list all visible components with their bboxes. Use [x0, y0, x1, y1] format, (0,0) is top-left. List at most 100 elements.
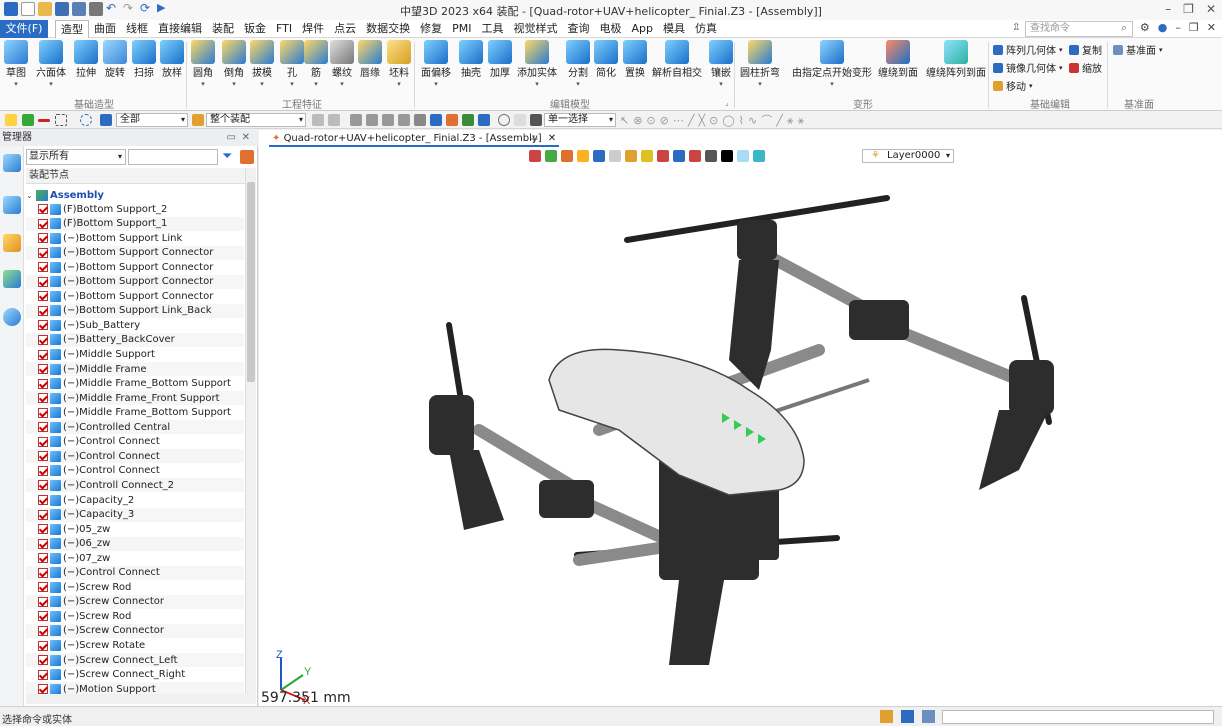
tab-surface[interactable]: 曲面 — [89, 20, 121, 38]
monitor-icon[interactable] — [901, 710, 914, 723]
tree-item[interactable]: (−)Control Connect — [26, 449, 244, 464]
replace-button[interactable]: 置换 — [623, 40, 647, 80]
tree-item[interactable]: (−)Capacity_3 — [26, 507, 244, 522]
visibility-checkbox[interactable] — [38, 233, 48, 244]
scope-select[interactable]: 整个装配 ▾ — [206, 113, 306, 127]
visibility-checkbox[interactable] — [38, 305, 48, 316]
visibility-checkbox[interactable] — [38, 465, 48, 476]
toolbar-icon-d[interactable] — [398, 114, 410, 126]
visibility-checkbox[interactable] — [38, 611, 48, 622]
visibility-checkbox[interactable] — [38, 509, 48, 520]
tree-item[interactable]: (−)Motion Support — [26, 682, 244, 694]
window-icon[interactable] — [922, 710, 935, 723]
filter-select[interactable]: 全部 ▾ — [116, 113, 188, 127]
command-input[interactable] — [942, 710, 1214, 724]
tree-item[interactable]: (−)Screw Connector — [26, 623, 244, 638]
tab-simulation[interactable]: 仿真 — [690, 20, 722, 38]
pattern-geometry-button[interactable]: 阵列几何体 ▾ — [993, 42, 1063, 57]
toolbar-icon-i[interactable] — [478, 114, 490, 126]
tab-fti[interactable]: FTI — [271, 20, 297, 38]
min-doc-icon[interactable]: – — [1175, 21, 1181, 34]
selection-mode-select[interactable]: 单一选择 ▾ — [544, 113, 616, 127]
visibility-checkbox[interactable] — [38, 451, 48, 462]
tab-weldment[interactable]: 焊件 — [297, 20, 329, 38]
part-manager-icon[interactable] — [3, 234, 21, 252]
add-solid-button[interactable]: 添加实体 ▾ — [517, 40, 557, 88]
pin-icon[interactable]: ▭ — [227, 130, 236, 146]
add-icon[interactable] — [22, 114, 34, 126]
split-button[interactable]: 分割 ▾ — [566, 40, 590, 88]
restore-doc-icon[interactable]: ❐ — [1189, 21, 1199, 34]
visibility-checkbox[interactable] — [38, 495, 48, 505]
snap-filter-icons[interactable]: ↖⊗⊙⊘⋯╱╳⊙◯⌇∿⌒╱⚹⚹ — [620, 112, 808, 128]
tab-point-cloud[interactable]: 点云 — [329, 20, 361, 38]
hexahedron-button[interactable]: 六面体 ▾ — [36, 40, 66, 88]
lasso-icon[interactable] — [80, 114, 92, 126]
assembly-manager-icon[interactable] — [3, 196, 21, 214]
rib-button[interactable]: 筋 ▾ — [304, 40, 328, 88]
revolve-button[interactable]: 旋转 — [103, 40, 127, 80]
copy-button[interactable]: 复制 — [1069, 42, 1102, 57]
filter-text-input[interactable] — [128, 149, 218, 165]
collapse-ribbon-icon[interactable]: ⇫ — [1012, 22, 1020, 33]
tree-item[interactable]: (−)Middle Frame — [26, 362, 244, 377]
tree-item[interactable]: (−)Control Connect — [26, 565, 244, 580]
hole-button[interactable]: 孔 ▾ — [280, 40, 304, 88]
tree-item[interactable]: (−)06_zw — [26, 536, 244, 551]
visibility-checkbox[interactable] — [38, 262, 48, 273]
stock-button[interactable]: 坯料 ▾ — [387, 40, 411, 88]
tab-repair[interactable]: 修复 — [415, 20, 447, 38]
visibility-checkbox[interactable] — [38, 582, 48, 593]
move-button[interactable]: 移动 ▾ — [993, 78, 1033, 93]
close-doc-icon[interactable]: ✕ — [1207, 21, 1216, 34]
tab-modeling[interactable]: 造型 — [55, 20, 89, 38]
tree-item[interactable]: (−)Screw Connect_Left — [26, 653, 244, 668]
datum-plane-button[interactable]: 基准面 ▾ — [1113, 42, 1163, 57]
toolbar-icon-b[interactable] — [366, 114, 378, 126]
tree-item[interactable]: (−)Middle Frame_Front Support — [26, 391, 244, 406]
toolbar-icon-e[interactable] — [414, 114, 426, 126]
visibility-checkbox[interactable] — [38, 524, 48, 535]
minimize-icon[interactable]: – — [1165, 2, 1171, 16]
tree-item[interactable]: (−)Controll Connect_2 — [26, 478, 244, 493]
tree-vertical-scrollbar[interactable] — [245, 168, 256, 694]
close-icon[interactable]: ✕ — [1206, 2, 1216, 16]
dialog-launcher-icon[interactable]: ⌟ — [725, 98, 729, 107]
tree-item[interactable]: (−)Middle Support — [26, 348, 244, 362]
tab-direct-edit[interactable]: 直接编辑 — [153, 20, 207, 38]
history-icon[interactable] — [498, 114, 510, 126]
tree-item[interactable]: (−)Screw Connect_Right — [26, 668, 244, 682]
snap-icon[interactable] — [312, 114, 324, 126]
tree-item[interactable]: (−)05_zw — [26, 522, 244, 536]
simplify-button[interactable]: 简化 — [594, 40, 618, 80]
tree-item[interactable]: (−)Middle Frame_Bottom Support — [26, 377, 244, 391]
visibility-checkbox[interactable] — [38, 436, 48, 447]
tree-item[interactable]: (−)Screw Rod — [26, 580, 244, 594]
visibility-checkbox[interactable] — [38, 407, 48, 418]
close-panel-icon[interactable]: ✕ — [242, 130, 250, 146]
restore-icon[interactable]: ❐ — [1183, 2, 1194, 16]
file-menu[interactable]: 文件(F) — [0, 20, 48, 38]
tree-item[interactable]: (−)Screw Rotate — [26, 639, 244, 653]
help-icon[interactable]: ● — [1158, 21, 1168, 34]
chamfer-button[interactable]: 倒角 ▾ — [222, 40, 246, 88]
visibility-checkbox[interactable] — [38, 538, 48, 549]
scroll-thumb[interactable] — [247, 182, 255, 382]
visibility-checkbox[interactable] — [38, 378, 48, 389]
box-select-icon[interactable] — [55, 114, 67, 126]
tree-item[interactable]: (−)Screw Connector — [26, 594, 244, 609]
tab-visual-style[interactable]: 视觉样式 — [508, 20, 562, 38]
face-offset-button[interactable]: 面偏移 ▾ — [421, 40, 451, 88]
select-icon[interactable] — [5, 114, 17, 126]
visibility-checkbox[interactable] — [38, 684, 48, 694]
scale-button[interactable]: 缩放 — [1069, 60, 1102, 75]
sweep-button[interactable]: 扫掠 — [132, 40, 156, 80]
filter-icon[interactable] — [100, 114, 112, 126]
user-icon[interactable] — [3, 308, 21, 326]
drone-model[interactable]: Z Y X — [259, 130, 1222, 706]
resolve-self-intersect-button[interactable]: 解析自相交 — [652, 40, 702, 80]
visibility-checkbox[interactable] — [38, 291, 48, 302]
tree-item[interactable]: (−)Bottom Support Connector — [26, 260, 244, 274]
settings-icon[interactable]: ⚙ — [1140, 21, 1150, 34]
view-manager-icon[interactable] — [3, 270, 21, 288]
